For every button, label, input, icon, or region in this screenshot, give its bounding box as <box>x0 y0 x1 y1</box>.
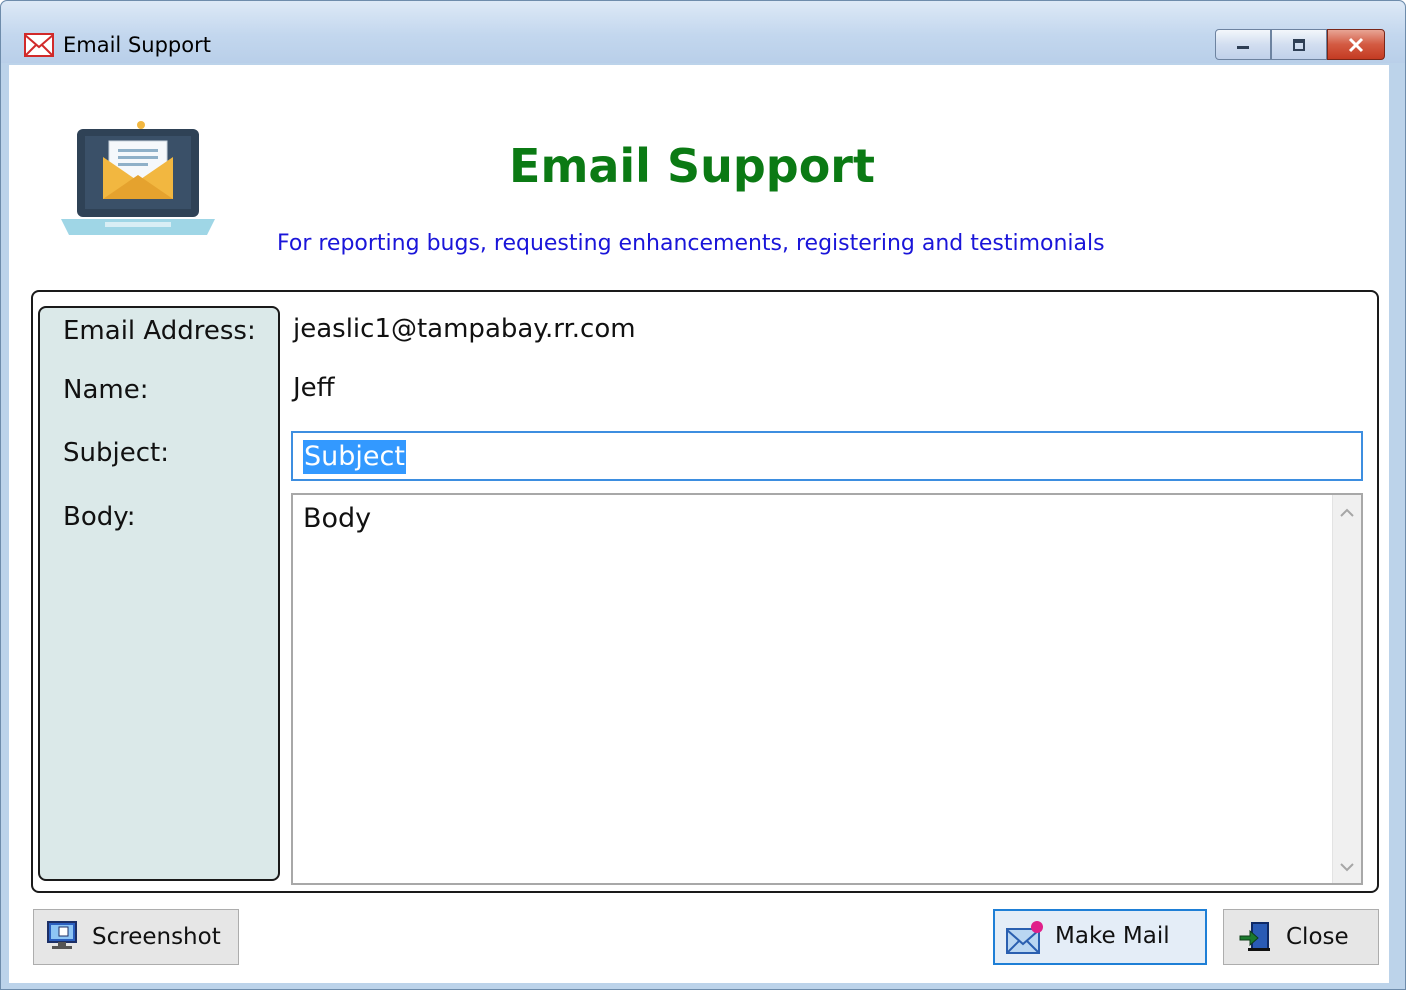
email-support-window: Email Support Email Support For reportin… <box>0 0 1406 990</box>
make-mail-button[interactable]: Make Mail <box>993 909 1207 965</box>
body-scrollbar[interactable] <box>1332 495 1361 883</box>
close-icon <box>1348 37 1364 52</box>
caption-buttons <box>1215 29 1385 61</box>
page-subtitle: For reporting bugs, requesting enhanceme… <box>277 231 1105 256</box>
mail-envelope-icon <box>1006 921 1043 954</box>
body-textarea[interactable]: Body <box>291 493 1363 885</box>
name-label: Name: <box>63 375 149 405</box>
email-address-label: Email Address: <box>63 316 256 346</box>
scroll-down-icon[interactable] <box>1339 861 1355 873</box>
close-button[interactable]: Close <box>1223 909 1379 965</box>
name-value: Jeff <box>293 373 335 403</box>
close-window-button[interactable] <box>1327 29 1385 60</box>
monitor-icon <box>47 921 77 949</box>
page-title: Email Support <box>509 139 875 193</box>
email-app-icon <box>24 33 54 57</box>
minimize-icon <box>1237 45 1249 49</box>
restore-icon <box>1293 38 1305 51</box>
minimize-button[interactable] <box>1215 29 1271 60</box>
title-bar[interactable]: Email Support <box>1 1 1405 63</box>
body-textarea-text: Body <box>303 503 372 534</box>
label-panel: Email Address: Name: Subject: Body: <box>38 306 280 881</box>
close-button-label: Close <box>1286 924 1349 950</box>
restore-button[interactable] <box>1271 29 1327 60</box>
dialog-client-area: Email Support For reporting bugs, reques… <box>9 65 1389 983</box>
scroll-up-icon[interactable] <box>1339 507 1355 519</box>
screenshot-button-label: Screenshot <box>92 924 221 950</box>
body-label: Body: <box>63 502 136 532</box>
make-mail-button-label: Make Mail <box>1055 923 1170 949</box>
screenshot-button[interactable]: Screenshot <box>33 909 239 965</box>
subject-input[interactable]: Subject <box>291 431 1363 481</box>
subject-input-text: Subject <box>303 440 406 474</box>
email-form-frame: Email Address: Name: Subject: Body: jeas… <box>31 290 1379 893</box>
exit-door-icon <box>1239 922 1270 951</box>
window-title: Email Support <box>63 33 211 57</box>
subject-label: Subject: <box>63 438 169 468</box>
email-address-value: jeaslic1@tampabay.rr.com <box>293 314 636 344</box>
